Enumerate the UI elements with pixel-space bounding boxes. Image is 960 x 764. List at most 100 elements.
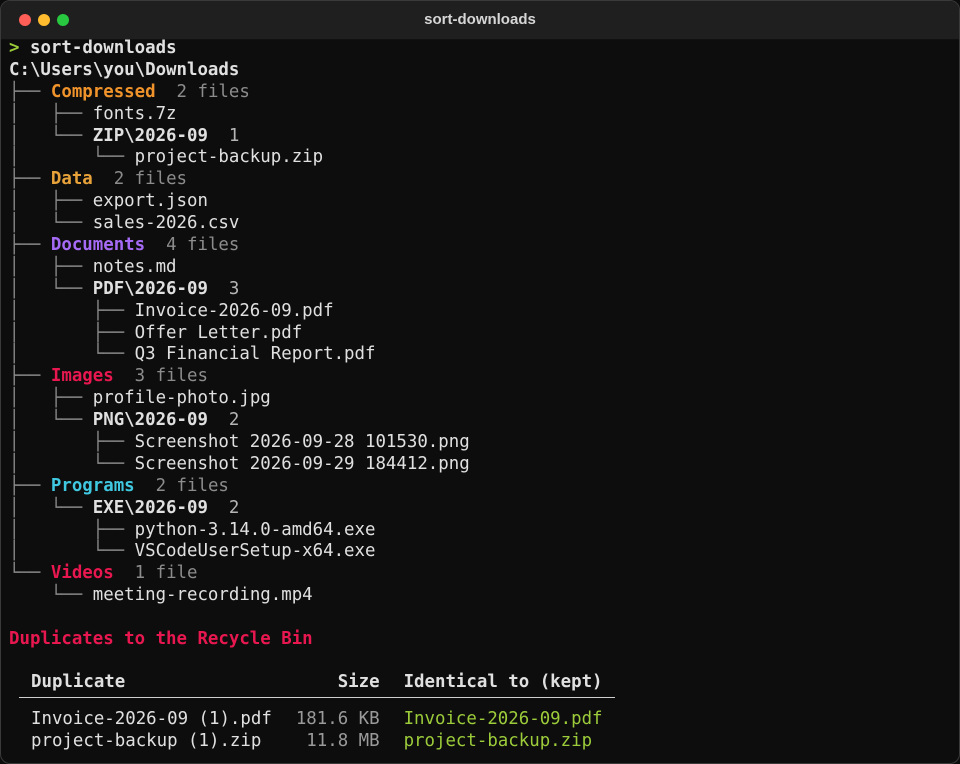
file-name: fonts.7z (92, 103, 177, 124)
tree-file-row: │ ├── Offer Letter.pdf (9, 323, 951, 345)
duplicates-header-row: Duplicate Size Identical to (kept) (19, 666, 615, 698)
tree-branch: └── (9, 563, 51, 584)
file-name: Offer Letter.pdf (134, 322, 303, 343)
tree-file-row: │ └── project-backup.zip (9, 147, 951, 169)
kept-file-name: project-backup.zip (403, 730, 593, 751)
tree-branch: │ ├── (9, 256, 93, 277)
file-name: export.json (92, 191, 208, 212)
tree-branch: │ ├── (9, 103, 93, 124)
duplicate-file-name: Invoice-2026-09 (1).pdf (31, 708, 272, 729)
tree-category-row: ├── Compressed 2 files (9, 82, 951, 104)
folder-file-count: 2 (228, 410, 240, 431)
window-title: sort-downloads (424, 11, 536, 28)
tree-branch: └── (9, 585, 93, 606)
file-name: profile-photo.jpg (92, 388, 271, 409)
table-row: project-backup (1).zip 11.8 MB project-b… (19, 730, 615, 752)
tree-file-row: │ ├── profile-photo.jpg (9, 388, 951, 410)
tree-file-row: │ ├── fonts.7z (9, 104, 951, 126)
tree-file-row: │ ├── Invoice-2026-09.pdf (9, 301, 951, 323)
tree-file-row: │ ├── python-3.14.0-amd64.exe (9, 520, 951, 542)
terminal-output[interactable]: > sort-downloads C:\Users\you\Downloads … (9, 38, 951, 763)
folder-file-count: 1 (228, 125, 240, 146)
tree-branch: ├── (9, 81, 51, 102)
category-name: Programs (50, 475, 135, 496)
tree-branch: │ └── (9, 410, 93, 431)
category-file-count: 2 files (155, 475, 229, 496)
category-name: Videos (50, 563, 114, 584)
file-name: Q3 Financial Report.pdf (134, 344, 376, 365)
tree-branch: │ ├── (9, 300, 135, 321)
tree-category-row: ├── Images 3 files (9, 366, 951, 388)
tree-folder-row: │ └── PNG\2026-09 2 (9, 410, 951, 432)
terminal-window: sort-downloads > sort-downloads C:\Users… (0, 0, 960, 764)
kept-file-name: Invoice-2026-09.pdf (403, 708, 603, 729)
duplicate-file-size: 11.8 MB (306, 730, 380, 751)
tree-branch: │ └── (9, 497, 93, 518)
tree-branch: │ └── (9, 541, 135, 562)
tree-branch: │ ├── (9, 432, 135, 453)
tree-file-row: │ └── Q3 Financial Report.pdf (9, 344, 951, 366)
command-text: sort-downloads (29, 38, 177, 58)
prompt-line: > sort-downloads (9, 38, 951, 60)
category-file-count: 1 file (134, 563, 198, 584)
category-name: Images (50, 366, 114, 387)
category-file-count: 3 files (134, 366, 208, 387)
duplicates-table: Duplicate Size Identical to (kept) Invoi… (19, 666, 615, 752)
tree-file-row: └── meeting-recording.mp4 (9, 585, 951, 607)
category-file-count: 2 files (176, 81, 250, 102)
table-row: Invoice-2026-09 (1).pdf 181.6 KB Invoice… (19, 697, 615, 730)
tree-file-row: │ └── Screenshot 2026-09-29 184412.png (9, 454, 951, 476)
tree-folder-row: │ └── ZIP\2026-09 1 (9, 126, 951, 148)
category-file-count: 2 files (113, 169, 188, 190)
tree-file-row: │ ├── export.json (9, 191, 951, 213)
category-name: Compressed (50, 81, 156, 102)
file-name: python-3.14.0-amd64.exe (134, 519, 376, 540)
tree-branch: │ └── (9, 125, 93, 146)
tree-branch: │ └── (9, 344, 135, 365)
folder-file-count: 3 (228, 278, 240, 299)
file-name: Screenshot 2026-09-28 101530.png (134, 432, 470, 453)
file-name: sales-2026.csv (92, 213, 240, 234)
folder-file-count: 2 (228, 497, 240, 518)
tree-branch: │ └── (9, 147, 135, 168)
category-name: Data (50, 169, 93, 190)
file-name: project-backup.zip (134, 147, 324, 168)
tree-branch: │ └── (9, 213, 93, 234)
duplicates-title: Duplicates to the Recycle Bin (9, 629, 313, 650)
tree-branch: │ └── (9, 453, 135, 474)
tree-branch: │ ├── (9, 322, 135, 343)
file-name: meeting-recording.mp4 (92, 585, 313, 606)
folder-name: EXE\2026-09 (92, 497, 208, 518)
tree-file-row: │ └── VSCodeUserSetup-x64.exe (9, 541, 951, 563)
tree-folder-row: │ └── EXE\2026-09 2 (9, 498, 951, 520)
tree-file-row: │ ├── notes.md (9, 257, 951, 279)
file-name: Screenshot 2026-09-29 184412.png (134, 453, 470, 474)
column-header-duplicate: Duplicate (19, 666, 284, 698)
tree-folder-row: │ └── PDF\2026-09 3 (9, 279, 951, 301)
duplicate-file-size: 181.6 KB (295, 708, 380, 729)
tree-branch: ├── (9, 366, 51, 387)
file-name: VSCodeUserSetup-x64.exe (134, 541, 376, 562)
tree-branch: │ ├── (9, 519, 135, 540)
tree-category-row: ├── Documents 4 files (9, 235, 951, 257)
column-header-kept: Identical to (kept) (391, 666, 615, 698)
tree-branch: │ ├── (9, 191, 93, 212)
category-file-count: 4 files (166, 235, 240, 256)
file-name: Invoice-2026-09.pdf (134, 300, 334, 321)
tree-file-row: │ ├── Screenshot 2026-09-28 101530.png (9, 432, 951, 454)
title-bar: sort-downloads (1, 1, 959, 40)
directory-tree: ├── Compressed 2 files │ ├── fonts.7z │ └─… (9, 82, 951, 607)
folder-name: PNG\2026-09 (92, 410, 208, 431)
file-name: notes.md (92, 256, 177, 277)
folder-name: PDF\2026-09 (92, 278, 208, 299)
tree-branch: ├── (9, 235, 51, 256)
root-path: C:\Users\you\Downloads (9, 59, 240, 80)
tree-branch: │ ├── (9, 388, 93, 409)
tree-category-row: └── Videos 1 file (9, 563, 951, 585)
column-header-size: Size (283, 666, 392, 698)
folder-name: ZIP\2026-09 (92, 125, 208, 146)
duplicate-file-name: project-backup (1).zip (31, 730, 262, 751)
tree-category-row: ├── Programs 2 files (9, 476, 951, 498)
prompt-symbol: > (9, 38, 20, 58)
category-name: Documents (50, 235, 146, 256)
